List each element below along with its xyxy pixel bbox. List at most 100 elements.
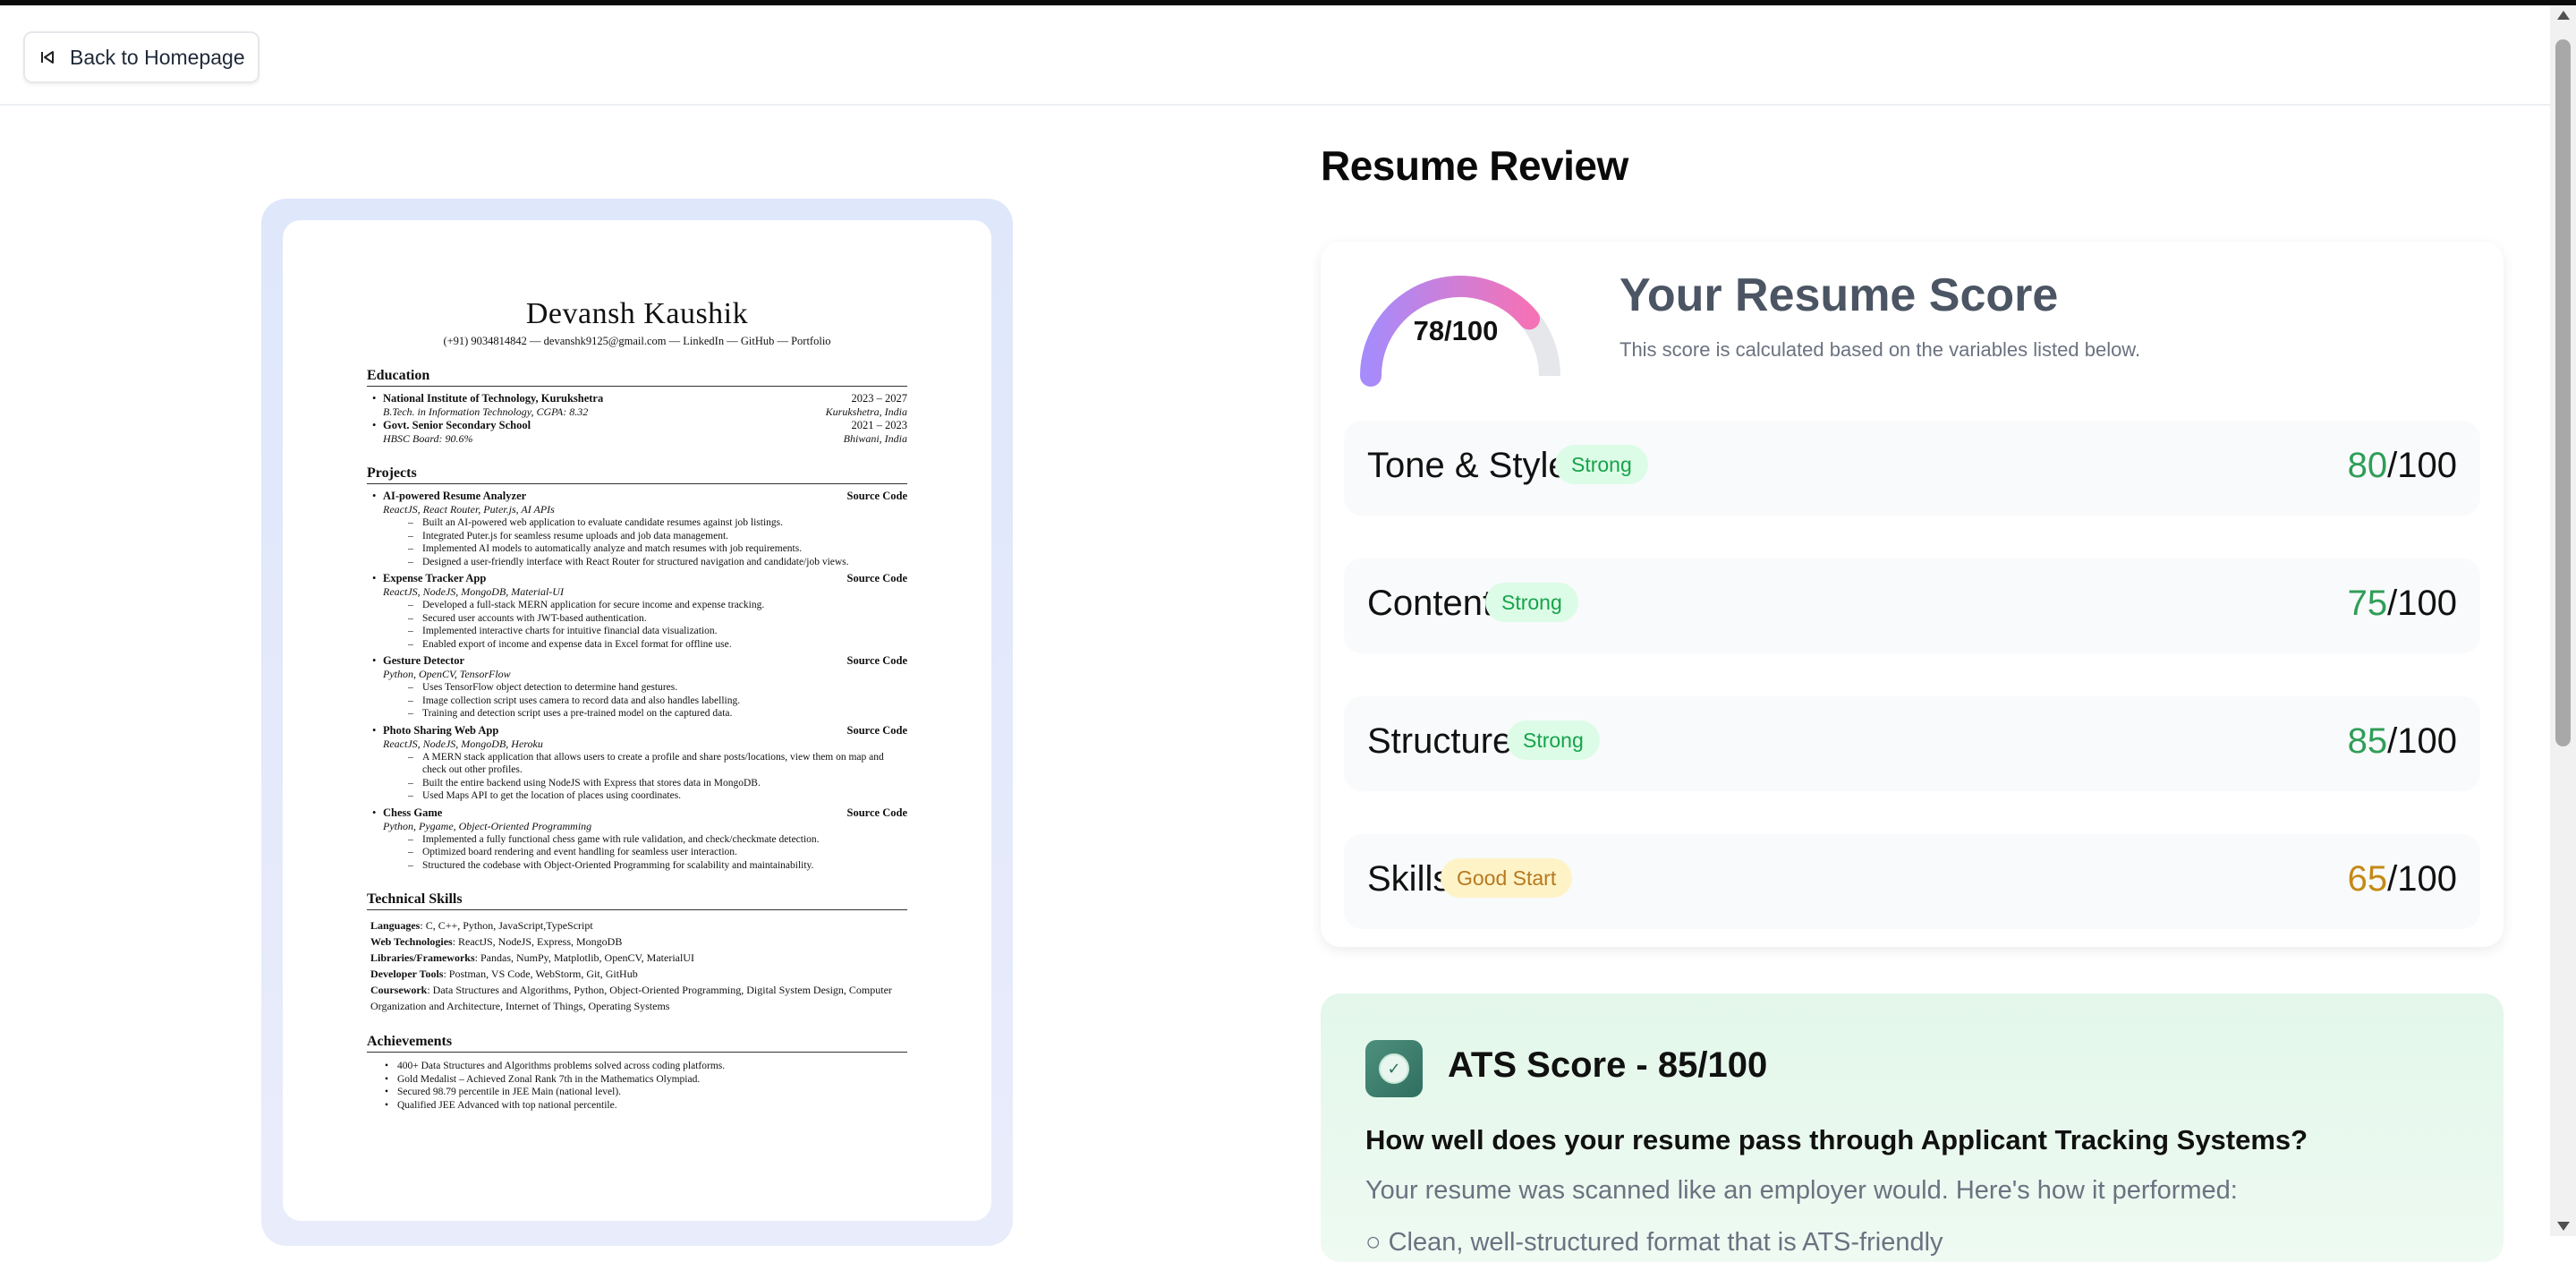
resume-section-heading: Achievements [367, 1034, 907, 1053]
project-source-link[interactable]: Source Code [847, 490, 907, 503]
score-summary-card: 78/100 Your Resume Score This score is c… [1321, 242, 2504, 947]
project-source-link[interactable]: Source Code [847, 724, 907, 738]
status-badge: Good Start [1441, 858, 1573, 898]
project-stack: Python, OpenCV, TensorFlow [383, 668, 511, 680]
education-detail: B.Tech. in Information Technology, CGPA:… [367, 405, 907, 419]
skill-row: Web Technologies: ReactJS, NodeJS, Expre… [367, 934, 907, 950]
scroll-down-arrow-icon[interactable] [2557, 1222, 2570, 1231]
project-bullet: Training and detection script uses a pre… [367, 707, 907, 721]
back-to-homepage-button[interactable]: Back to Homepage [23, 31, 259, 83]
education-place: Kurukshetra, India [825, 405, 907, 418]
project-stack: Python, Pygame, Object-Oriented Programm… [383, 819, 592, 832]
education-place: Bhiwani, India [843, 432, 907, 445]
skill-row: Developer Tools: Postman, VS Code, WebSt… [367, 966, 907, 982]
education-title: Govt. Senior Secondary School [383, 419, 531, 431]
project-bullet: Built the entire backend using NodeJS wi… [367, 777, 907, 790]
project-bullet: Implemented interactive charts for intui… [367, 625, 907, 638]
project-bullet: Developed a full-stack MERN application … [367, 599, 907, 612]
project-stack: ReactJS, NodeJS, MongoDB, Heroku [383, 737, 543, 750]
education-degree: HBSC Board: 90.6% [383, 432, 473, 445]
project-bullet: Built an AI-powered web application to e… [367, 516, 907, 530]
scrollbar-thumb[interactable] [2555, 39, 2571, 746]
ats-question: How well does your resume pass through A… [1365, 1124, 2308, 1155]
project-title: Expense Tracker App [383, 572, 487, 584]
score-description: This score is calculated based on the va… [1620, 338, 2141, 361]
ats-title: ATS Score - 85/100 [1448, 1045, 1768, 1085]
achievement-item: Qualified JEE Advanced with top national… [367, 1099, 907, 1113]
achievements-list: 400+ Data Structures and Algorithms prob… [367, 1060, 907, 1112]
project-bullet: Image collection script uses camera to r… [367, 695, 907, 708]
ats-description: Your resume was scanned like an employer… [1365, 1176, 2238, 1205]
category-score: 85/100 [2347, 721, 2457, 761]
project-source-link[interactable]: Source Code [847, 806, 907, 820]
category-tone-style: Tone & Style Strong 80/100 [1344, 421, 2480, 516]
project-entry: Expense Tracker App Source Code [367, 572, 907, 585]
ats-check-icon: ✓ [1365, 1040, 1423, 1097]
project-bullet: A MERN stack application that allows use… [367, 751, 907, 777]
page-scrollbar[interactable] [2550, 5, 2576, 1236]
header: Back to Homepage [0, 5, 2550, 106]
projects-list: AI-powered Resume Analyzer Source Code Rea… [367, 490, 907, 872]
project-stack: ReactJS, NodeJS, MongoDB, Material-UI [383, 585, 564, 598]
category-name: Skills [1367, 859, 1451, 899]
project-source-link[interactable]: Source Code [847, 572, 907, 585]
project-bullet: Structured the codebase with Object-Orie… [367, 859, 907, 873]
skill-row: Libraries/Frameworks: Pandas, NumPy, Mat… [367, 950, 907, 966]
category-score: 75/100 [2347, 584, 2457, 623]
skill-label: Web Technologies [370, 935, 453, 948]
skill-row: Coursework: Data Structures and Algorith… [367, 982, 907, 1014]
resume-contact: (+91) 9034814842 — devanshk9125@gmail.co… [443, 335, 831, 347]
education-entry: National Institute of Technology, Kuruks… [367, 392, 907, 405]
project-title: AI-powered Resume Analyzer [383, 490, 527, 502]
resume-preview-image[interactable]: Devansh Kaushik (+91) 9034814842 — devan… [283, 220, 991, 1221]
back-to-homepage-label: Back to Homepage [70, 45, 245, 69]
status-badge: Strong [1507, 721, 1600, 760]
project-entry: Chess Game Source Code [367, 806, 907, 820]
project-title: Gesture Detector [383, 654, 465, 667]
skill-label: Developer Tools [370, 968, 444, 980]
resume-section-heading: Technical Skills [367, 891, 907, 910]
project-bullet: Integrated Puter.js for seamless resume … [367, 530, 907, 543]
project-bullet: Designed a user-friendly interface with … [367, 556, 907, 569]
achievement-item: Secured 98.79 percentile in JEE Main (na… [367, 1086, 907, 1099]
resume-section-heading: Projects [367, 465, 907, 484]
category-name: Structure [1367, 721, 1513, 761]
skill-label: Libraries/Frameworks [370, 951, 475, 964]
achievement-item: 400+ Data Structures and Algorithms prob… [367, 1060, 907, 1073]
education-dates: 2023 – 2027 [851, 392, 908, 405]
achievement-item: Gold Medalist – Achieved Zonal Rank 7th … [367, 1073, 907, 1087]
resume-preview-container: Devansh Kaushik (+91) 9034814842 — devan… [261, 199, 1013, 1246]
scroll-up-arrow-icon[interactable] [2557, 11, 2570, 20]
category-name: Content [1367, 584, 1493, 623]
project-bullet: Uses TensorFlow object detection to dete… [367, 681, 907, 695]
education-detail: HBSC Board: 90.6% Bhiwani, India [367, 432, 907, 446]
ats-tip-item: ○ Clean, well-structured format that is … [1365, 1228, 1943, 1257]
category-structure: Structure Strong 85/100 [1344, 696, 2480, 791]
project-bullet: Optimized board rendering and event hand… [367, 846, 907, 859]
project-entry: Gesture Detector Source Code [367, 654, 907, 668]
skill-value: : Data Structures and Algorithms, Python… [370, 984, 892, 1012]
project-bullet: Secured user accounts with JWT-based aut… [367, 612, 907, 626]
resume-name: Devansh Kaushik [525, 297, 749, 330]
project-bullet: Implemented a fully functional chess gam… [367, 833, 907, 847]
ats-score-card: ✓ ATS Score - 85/100 How well does your … [1321, 993, 2504, 1262]
page-title: Resume Review [1321, 142, 1628, 189]
project-title: Chess Game [383, 806, 443, 819]
skills-list: Languages: C, C++, Python, JavaScript,Ty… [367, 917, 907, 1014]
category-score: 80/100 [2347, 446, 2457, 485]
project-bullet: Implemented AI models to automatically a… [367, 542, 907, 556]
education-degree: B.Tech. in Information Technology, CGPA:… [383, 405, 589, 418]
project-bullet: Enabled export of income and expense dat… [367, 638, 907, 652]
category-content: Content Strong 75/100 [1344, 559, 2480, 653]
project-source-link[interactable]: Source Code [847, 654, 907, 668]
score-title: Your Resume Score [1620, 269, 2059, 321]
skip-back-icon [38, 47, 57, 67]
status-badge: Strong [1555, 445, 1648, 484]
project-stack: ReactJS, React Router, Puter.js, AI APIs [383, 503, 555, 516]
skill-label: Languages [370, 919, 421, 932]
education-title: National Institute of Technology, Kuruks… [383, 392, 604, 405]
category-score: 65/100 [2347, 859, 2457, 899]
skill-value: : Pandas, NumPy, Matplotlib, OpenCV, Mat… [474, 951, 694, 964]
resume-section-heading: Education [367, 368, 907, 387]
category-skills: Skills Good Start 65/100 [1344, 834, 2480, 929]
